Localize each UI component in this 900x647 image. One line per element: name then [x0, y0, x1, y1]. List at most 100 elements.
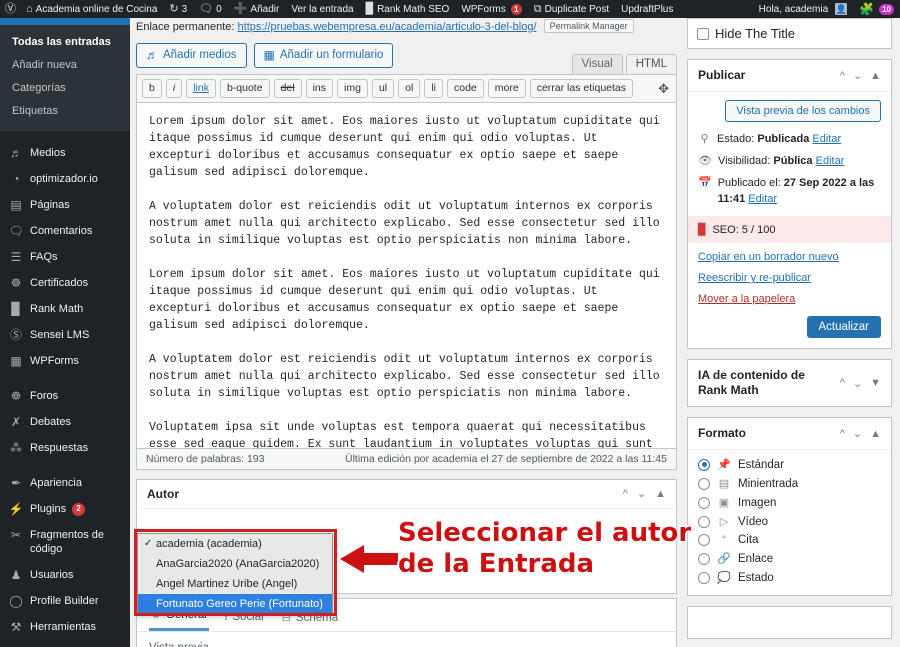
adminbar-wp-logo[interactable]: Ⓥ: [0, 0, 20, 18]
permalink-url[interactable]: https://pruebas.webempresa.eu/academia/a…: [238, 21, 537, 33]
sidebar-item-plugins[interactable]: ⚡ Plugins 2: [0, 496, 130, 522]
sidebar-item-sensei-lms[interactable]: Ⓢ Sensei LMS: [0, 322, 130, 348]
move-to-trash-link[interactable]: Mover a la papelera: [698, 293, 881, 305]
move-up-icon[interactable]: ^: [840, 377, 845, 389]
adminbar-site-name[interactable]: ⌂ Academia online de Cocina: [20, 0, 163, 18]
sidebar-item-anadir-nueva[interactable]: Añadir nueva: [0, 54, 130, 77]
quicktag-close-tags[interactable]: cerrar las etiquetas: [529, 79, 634, 98]
sidebar-item-fragmentos-de-codigo[interactable]: ✂ Fragmentos de código: [0, 522, 130, 562]
sidebar-item-profile-builder[interactable]: ◯ Profile Builder: [0, 588, 130, 614]
sidebar-item-all-in-one-wp-migration[interactable]: ◎ All-in-One WP Migration: [0, 640, 130, 647]
adminbar-my-account[interactable]: Hola, academia 👤: [753, 0, 853, 18]
adminbar-updraftplus[interactable]: UpdraftPlus: [615, 0, 679, 18]
move-down-icon[interactable]: ⌄: [853, 69, 862, 82]
publish-box-controls: ^ ⌄ ▲: [840, 69, 881, 83]
move-up-icon[interactable]: ^: [840, 428, 845, 440]
permalink-manager-button[interactable]: Permalink Manager: [543, 19, 634, 33]
quicktag-img[interactable]: img: [337, 79, 368, 98]
toggle-panel-icon[interactable]: ▲: [870, 70, 881, 82]
format-radio[interactable]: [698, 477, 710, 490]
sidebar-item-rank-math[interactable]: ▉ Rank Math: [0, 296, 130, 322]
format-option-video[interactable]: ▷ Vídeo: [698, 512, 881, 531]
adminbar-plugin-status[interactable]: 🧩 10: [853, 0, 900, 18]
sidebar-item-medios[interactable]: ♬ Medios: [0, 140, 130, 166]
adminbar-rank-math[interactable]: ▉ Rank Math SEO: [360, 0, 456, 18]
author-option-anagarcia2020[interactable]: AnaGarcia2020 (AnaGarcia2020): [138, 554, 332, 574]
sidebar-item-foros[interactable]: ☸ Foros: [0, 383, 130, 409]
sidebar-item-respuestas[interactable]: ⁂ Respuestas: [0, 435, 130, 461]
author-option-angel[interactable]: Angel Martinez Uribe (Angel): [138, 574, 332, 594]
sidebar-item-usuarios[interactable]: ♟ Usuarios: [0, 562, 130, 588]
adminbar-wpforms[interactable]: WPForms 1: [455, 0, 527, 18]
adminbar-add-new[interactable]: ➕ Añadir: [228, 0, 286, 18]
author-option-academia[interactable]: academia (academia): [138, 534, 332, 554]
hide-title-checkbox[interactable]: [697, 27, 709, 40]
quicktag-link[interactable]: link: [186, 79, 216, 98]
format-radio[interactable]: [698, 496, 710, 509]
update-button[interactable]: Actualizar: [806, 316, 881, 338]
sidebar-item-optimizador[interactable]: ◔ optimizador.io: [0, 166, 130, 192]
move-down-icon[interactable]: ⌄: [853, 427, 862, 440]
rewrite-republish-link[interactable]: Reescribir y re-publicar: [698, 272, 881, 284]
copy-to-new-draft-link[interactable]: Copiar en un borrador nuevo: [698, 251, 881, 263]
format-option-enlace[interactable]: 🔗 Enlace: [698, 549, 881, 568]
adminbar-comments[interactable]: 🗨 0: [193, 0, 228, 18]
quicktag-more[interactable]: more: [487, 79, 526, 98]
toggle-panel-icon[interactable]: ▲: [655, 488, 666, 500]
quicktag-del[interactable]: del: [273, 79, 302, 98]
edit-visibility-link[interactable]: Editar: [816, 155, 845, 167]
adminbar-updates[interactable]: ↻ 3: [163, 0, 193, 18]
tab-visual[interactable]: Visual: [571, 54, 623, 74]
quicktag-li[interactable]: li: [424, 79, 443, 98]
post-content-textarea[interactable]: Lorem ipsum dolor sit amet. Eos maiores …: [136, 102, 677, 449]
sidebar-item-entradas[interactable]: [0, 18, 130, 25]
edit-date-link[interactable]: Editar: [748, 193, 777, 205]
forums-icon: ☸: [10, 389, 22, 403]
format-radio[interactable]: [698, 571, 710, 584]
tab-html[interactable]: HTML: [625, 54, 677, 74]
sidebar-item-comentarios[interactable]: 🗨 Comentarios: [0, 218, 130, 244]
edit-status-link[interactable]: Editar: [812, 133, 841, 145]
format-option-minientrada[interactable]: ▤ Minientrada: [698, 474, 881, 493]
adminbar-duplicate-post[interactable]: ⧉ Duplicate Post: [528, 0, 615, 18]
adminbar-view-post[interactable]: Ver la entrada: [285, 0, 359, 18]
quicktag-italic[interactable]: i: [165, 79, 183, 98]
format-option-imagen[interactable]: ▣ Imagen: [698, 493, 881, 512]
move-down-icon[interactable]: ⌄: [637, 488, 646, 500]
sidebar-item-todas-las-entradas[interactable]: Todas las entradas: [0, 31, 130, 54]
toggle-panel-icon[interactable]: ▼: [870, 377, 881, 389]
quicktag-code[interactable]: code: [447, 79, 484, 98]
format-radio[interactable]: [698, 515, 710, 528]
format-radio[interactable]: [698, 534, 710, 546]
quicktag-bold[interactable]: b: [142, 79, 162, 98]
sidebar-item-etiquetas[interactable]: Etiquetas: [0, 100, 130, 123]
format-option-estado[interactable]: 💭 Estado: [698, 568, 881, 587]
hide-title-row[interactable]: Hide The Title: [688, 19, 891, 48]
quicktag-bquote[interactable]: b-quote: [219, 79, 270, 98]
sidebar-item-wpforms[interactable]: ▦ WPForms: [0, 348, 130, 374]
quicktag-ul[interactable]: ul: [371, 79, 395, 98]
sidebar-item-apariencia[interactable]: ✒ Apariencia: [0, 470, 130, 496]
move-down-icon[interactable]: ⌄: [853, 377, 862, 390]
sidebar-item-debates[interactable]: ✗ Debates: [0, 409, 130, 435]
author-option-fortunato[interactable]: Fortunato Gereo Perie (Fortunato): [138, 594, 332, 614]
add-form-button[interactable]: ▦ Añadir un formulario: [253, 43, 394, 68]
author-dropdown-list[interactable]: academia (academia) AnaGarcia2020 (AnaGa…: [137, 533, 333, 615]
move-up-icon[interactable]: ^: [623, 488, 628, 500]
format-option-estandar[interactable]: 📌 Estándar: [698, 455, 881, 474]
sidebar-item-herramientas[interactable]: ⚒ Herramientas: [0, 614, 130, 640]
format-option-cita[interactable]: “ Cita: [698, 531, 881, 549]
fullscreen-icon[interactable]: ✥: [658, 81, 669, 97]
quicktag-ins[interactable]: ins: [305, 79, 334, 98]
add-media-button[interactable]: ♬ Añadir medios: [136, 43, 247, 68]
sidebar-item-faqs[interactable]: ☰ FAQs: [0, 244, 130, 270]
format-radio[interactable]: [698, 552, 710, 565]
sidebar-item-paginas[interactable]: ▤ Páginas: [0, 192, 130, 218]
toggle-panel-icon[interactable]: ▲: [870, 428, 881, 440]
format-radio[interactable]: [698, 458, 710, 471]
move-up-icon[interactable]: ^: [840, 70, 845, 82]
quicktag-ol[interactable]: ol: [398, 79, 421, 98]
sidebar-item-certificados[interactable]: ☸ Certificados: [0, 270, 130, 296]
sidebar-item-categorias[interactable]: Categorías: [0, 77, 130, 100]
preview-changes-button[interactable]: Vista previa de los cambios: [725, 100, 881, 122]
